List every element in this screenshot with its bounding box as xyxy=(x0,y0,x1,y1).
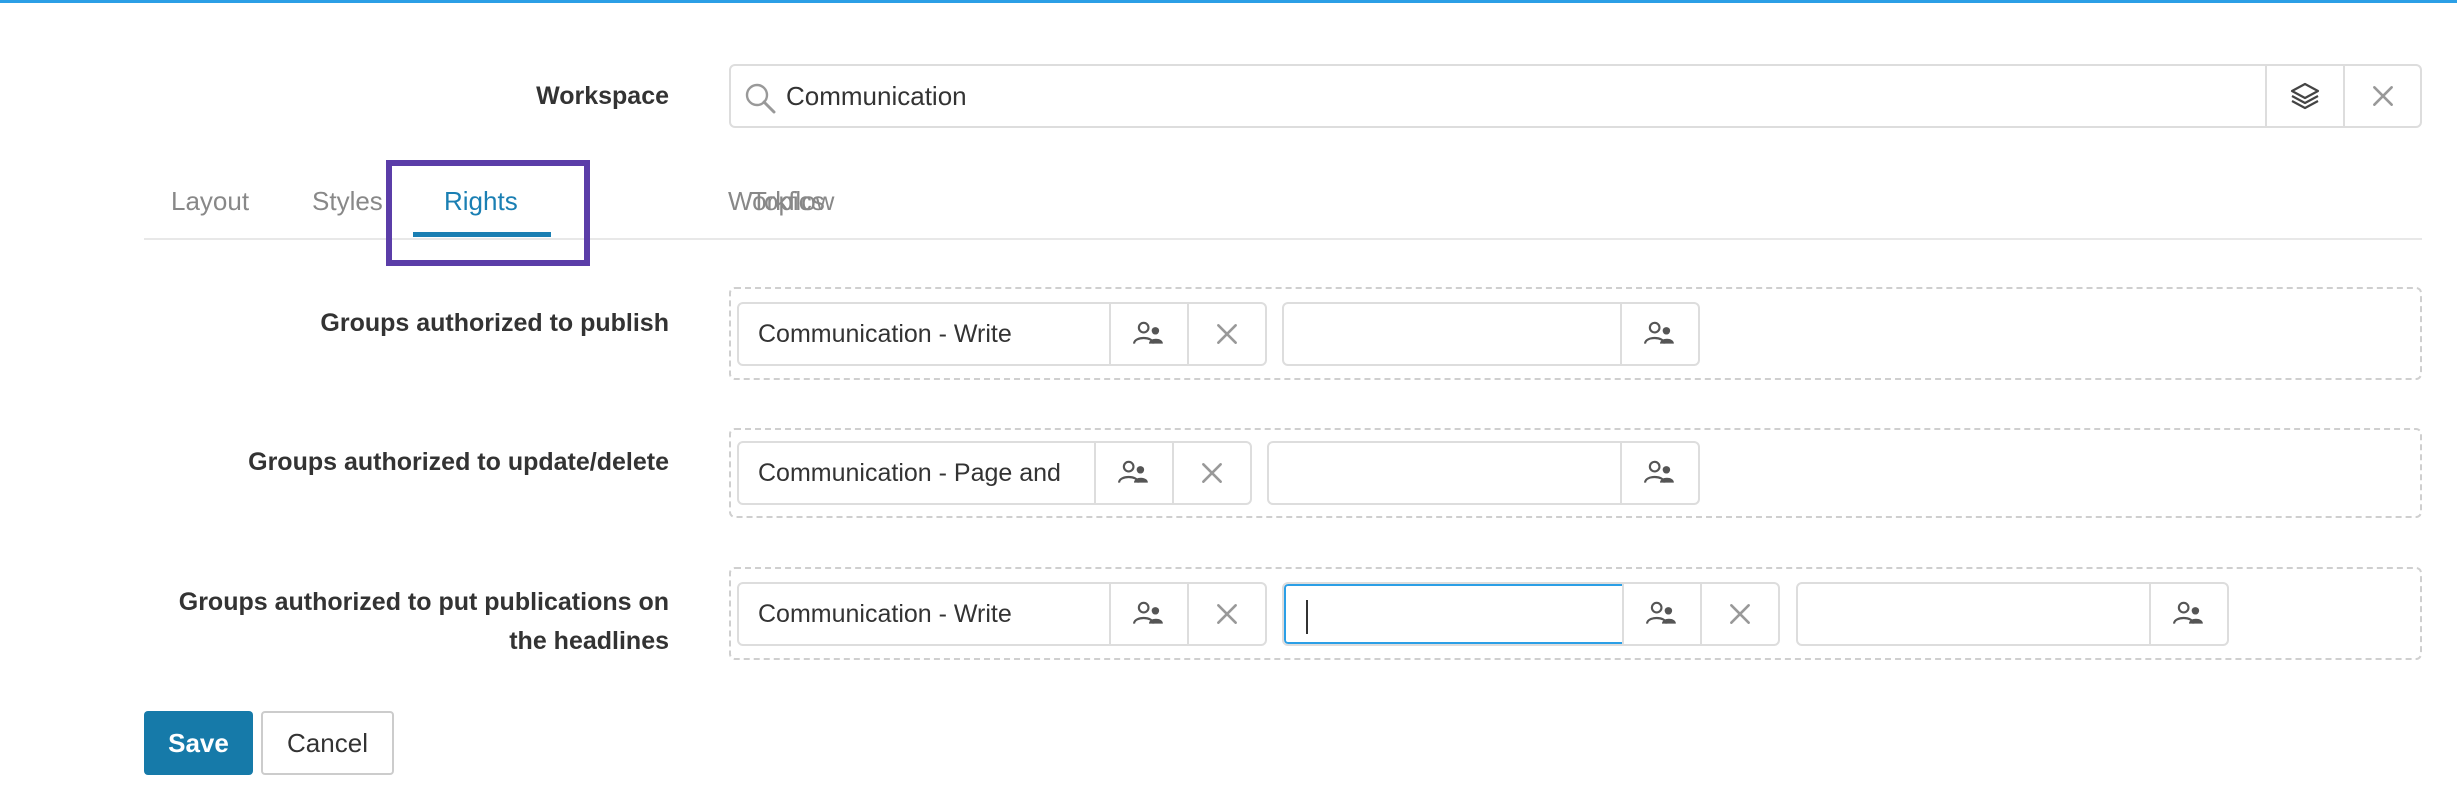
workspace-value[interactable]: Communication xyxy=(786,66,967,126)
top-accent-line xyxy=(0,0,2457,3)
headlines-group-select-button[interactable] xyxy=(1109,584,1187,644)
update-delete-group-add-field[interactable] xyxy=(1267,441,1700,505)
headlines-group-value: Communication - Write xyxy=(758,600,1012,628)
cancel-button[interactable]: Cancel xyxy=(261,711,394,775)
users-icon xyxy=(1644,321,1676,347)
publish-group-add-field[interactable] xyxy=(1282,302,1700,366)
tab-layout[interactable]: Layout xyxy=(171,186,249,217)
headlines-group-add-select-button[interactable] xyxy=(1622,584,1700,644)
workspace-label: Workspace xyxy=(536,82,669,110)
update-delete-group-add-select-button[interactable] xyxy=(1620,443,1698,503)
update-delete-group-select-button[interactable] xyxy=(1094,443,1172,503)
headlines-groups-label-line2: the headlines xyxy=(509,627,669,655)
close-icon xyxy=(1214,321,1240,347)
update-delete-group-remove-button[interactable] xyxy=(1172,443,1250,503)
users-icon xyxy=(2173,601,2205,627)
headlines-groups-label-line1: Groups authorized to put publications on xyxy=(178,588,669,616)
close-icon xyxy=(1199,460,1225,486)
close-icon xyxy=(1727,601,1753,627)
update-delete-group-value: Communication - Page and xyxy=(758,459,1061,487)
workspace-clear-button[interactable] xyxy=(2343,66,2421,126)
update-delete-groups-label: Groups authorized to update/delete xyxy=(248,448,669,476)
layers-icon xyxy=(2290,82,2320,110)
workspace-browse-button[interactable] xyxy=(2265,66,2343,126)
tab-topics[interactable]: Topics xyxy=(751,186,825,217)
publish-group-select-button[interactable] xyxy=(1109,304,1187,364)
workspace-search-field[interactable]: Communication xyxy=(729,64,2422,128)
headlines-group-add-remove-button[interactable] xyxy=(1700,584,1778,644)
headlines-group-second-add-select-button[interactable] xyxy=(2149,584,2227,644)
headlines-group-remove-button[interactable] xyxy=(1187,584,1265,644)
publish-group-field[interactable]: Communication - Write xyxy=(737,302,1267,366)
tab-styles[interactable]: Styles xyxy=(312,186,383,217)
headlines-group-add-field-focused[interactable] xyxy=(1282,582,1780,646)
close-icon xyxy=(2370,83,2396,109)
text-caret xyxy=(1306,600,1308,634)
publish-group-add-select-button[interactable] xyxy=(1620,304,1698,364)
publish-group-value: Communication - Write xyxy=(758,320,1012,348)
publish-group-remove-button[interactable] xyxy=(1187,304,1265,364)
save-button[interactable]: Save xyxy=(144,711,253,775)
update-delete-group-field[interactable]: Communication - Page and xyxy=(737,441,1252,505)
focused-input[interactable] xyxy=(1284,584,1624,644)
publish-groups-label: Groups authorized to publish xyxy=(320,309,669,337)
users-icon xyxy=(1133,601,1165,627)
users-icon xyxy=(1644,460,1676,486)
users-icon xyxy=(1118,460,1150,486)
rights-tab-highlight xyxy=(386,160,590,266)
users-icon xyxy=(1133,321,1165,347)
users-icon xyxy=(1646,601,1678,627)
search-icon xyxy=(745,83,776,114)
close-icon xyxy=(1214,601,1240,627)
headlines-group-second-add-field[interactable] xyxy=(1796,582,2229,646)
headlines-group-field[interactable]: Communication - Write xyxy=(737,582,1267,646)
